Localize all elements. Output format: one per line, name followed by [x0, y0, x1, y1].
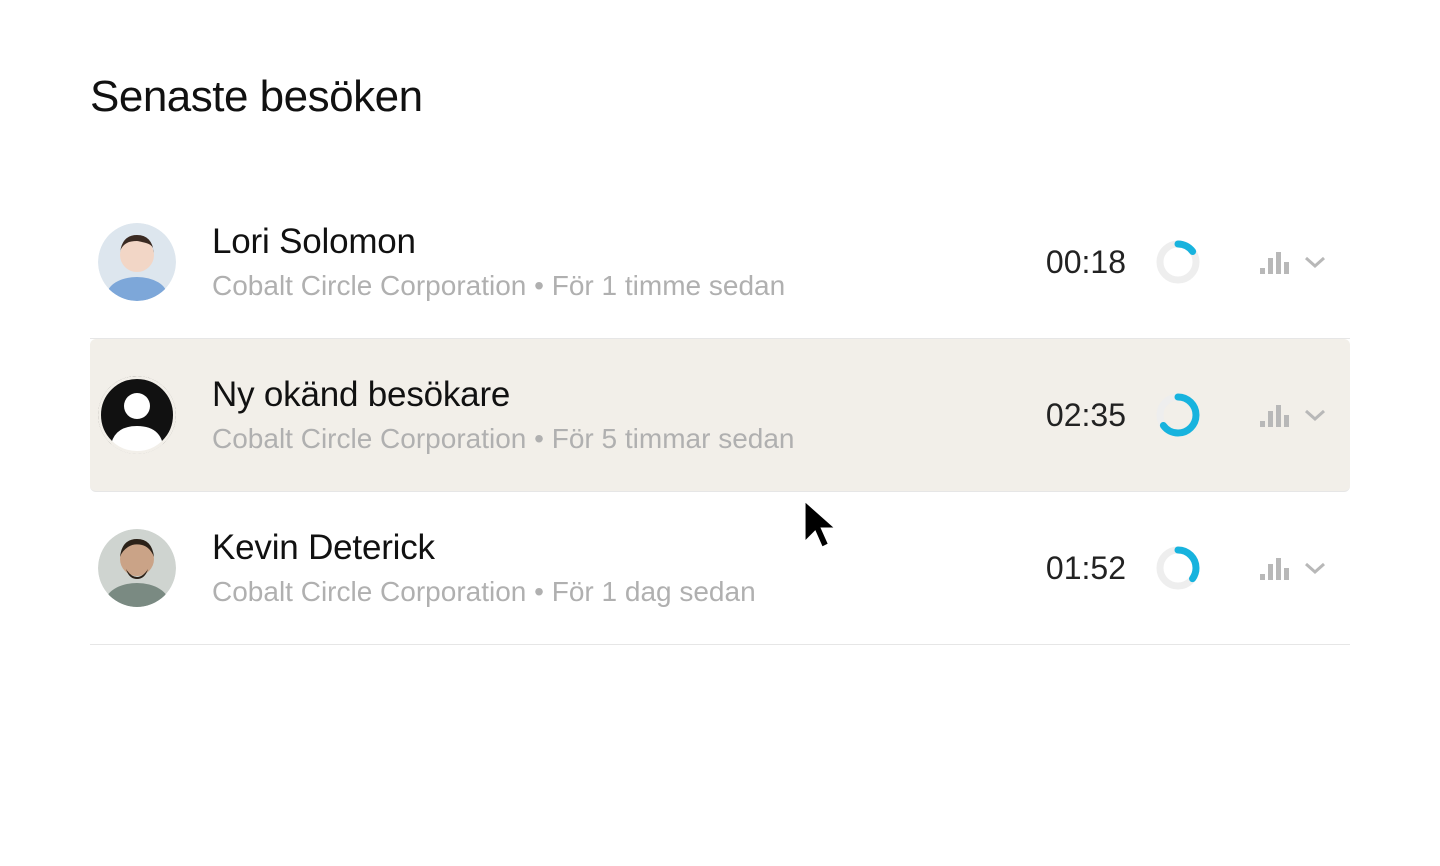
visitor-meta: Cobalt Circle Corporation • För 5 timmar… [212, 423, 1016, 455]
visit-row[interactable]: Ny okänd besökare Cobalt Circle Corporat… [90, 339, 1350, 492]
visitor-meta: Cobalt Circle Corporation • För 1 timme … [212, 270, 1016, 302]
row-actions[interactable] [1258, 554, 1326, 582]
visit-duration: 01:52 [1016, 550, 1126, 587]
visitor-meta: Cobalt Circle Corporation • För 1 dag se… [212, 576, 1016, 608]
visit-duration: 02:35 [1016, 397, 1126, 434]
visitor-name: Ny okänd besökare [212, 375, 1016, 415]
row-actions[interactable] [1258, 401, 1326, 429]
visit-row[interactable]: Kevin Deterick Cobalt Circle Corporation… [90, 492, 1350, 645]
progress-donut-icon [1154, 238, 1202, 286]
visitor-name: Kevin Deterick [212, 528, 1016, 568]
progress-donut-icon [1154, 544, 1202, 592]
recent-visits-list: Lori Solomon Cobalt Circle Corporation •… [90, 186, 1350, 645]
visit-text: Ny okänd besökare Cobalt Circle Corporat… [212, 375, 1016, 455]
avatar [98, 529, 176, 607]
visit-text: Kevin Deterick Cobalt Circle Corporation… [212, 528, 1016, 608]
chevron-down-icon [1304, 561, 1326, 575]
avatar [98, 223, 176, 301]
visit-row[interactable]: Lori Solomon Cobalt Circle Corporation •… [90, 186, 1350, 339]
bars-icon [1258, 554, 1292, 582]
visit-duration: 00:18 [1016, 244, 1126, 281]
visit-text: Lori Solomon Cobalt Circle Corporation •… [212, 222, 1016, 302]
avatar [98, 376, 176, 454]
row-actions[interactable] [1258, 248, 1326, 276]
progress-donut-icon [1154, 391, 1202, 439]
chevron-down-icon [1304, 408, 1326, 422]
visitor-name: Lori Solomon [212, 222, 1016, 262]
page-title: Senaste besöken [90, 72, 1350, 122]
bars-icon [1258, 248, 1292, 276]
chevron-down-icon [1304, 255, 1326, 269]
bars-icon [1258, 401, 1292, 429]
